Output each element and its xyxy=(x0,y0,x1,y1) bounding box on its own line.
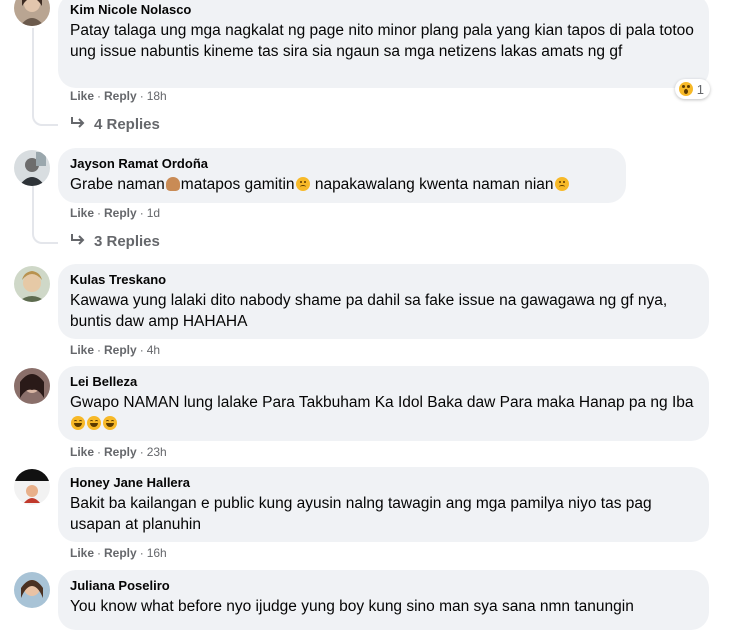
timestamp[interactable]: 18h xyxy=(147,89,167,103)
sad-emoji-icon xyxy=(554,177,569,191)
reaction-badge[interactable]: 1 xyxy=(674,79,710,99)
commenter-name[interactable]: Lei Belleza xyxy=(70,374,697,390)
reply-arrow-icon xyxy=(70,232,86,252)
commenter-name[interactable]: Kim Nicole Nolasco xyxy=(70,2,697,18)
comment-bubble: Lei Belleza Gwapo NAMAN lung lalake Para… xyxy=(58,366,709,441)
laugh-emoji-icon xyxy=(87,416,101,430)
comment-text: Grabe naman matapos gamitin napakawalang … xyxy=(70,174,614,195)
reply-button[interactable]: Reply xyxy=(104,546,137,560)
sad-emoji-icon xyxy=(295,177,310,191)
like-button[interactable]: Like xyxy=(70,206,94,220)
view-replies-button[interactable]: 4 Replies xyxy=(70,115,160,135)
comment-bubble: Kim Nicole Nolasco Patay talaga ung mga … xyxy=(58,0,709,88)
laugh-emoji-icon xyxy=(71,416,85,430)
comment-text: You know what before nyo ijudge yung boy… xyxy=(70,598,634,615)
commenter-name[interactable]: Juliana Poseliro xyxy=(70,578,697,594)
comment-actions: Like · Reply · 23h xyxy=(70,445,167,459)
thread-connector xyxy=(32,224,58,244)
reply-button[interactable]: Reply xyxy=(104,445,137,459)
reply-button[interactable]: Reply xyxy=(104,89,137,103)
comment-text: Patay talaga ung mga nagkalat ng page ni… xyxy=(70,22,694,60)
like-button[interactable]: Like xyxy=(70,343,94,357)
timestamp[interactable]: 4h xyxy=(147,343,160,357)
comment-actions: Like · Reply · 16h xyxy=(70,546,167,560)
replies-count: 4 Replies xyxy=(94,116,160,133)
comment-actions: Like · Reply · 18h xyxy=(70,89,167,103)
comment-bubble: Juliana Poseliro You know what before ny… xyxy=(58,570,709,630)
comment-text: Bakit ba kailangan e public kung ayusin … xyxy=(70,495,652,533)
timestamp[interactable]: 1d xyxy=(147,206,160,220)
commenter-name[interactable]: Honey Jane Hallera xyxy=(70,475,697,491)
comment-bubble: Honey Jane Hallera Bakit ba kailangan e … xyxy=(58,467,709,542)
commenter-name[interactable]: Kulas Treskano xyxy=(70,272,697,288)
replies-count: 3 Replies xyxy=(94,233,160,250)
avatar[interactable] xyxy=(14,266,50,302)
timestamp[interactable]: 16h xyxy=(147,546,167,560)
reply-button[interactable]: Reply xyxy=(104,343,137,357)
thread-line xyxy=(32,28,34,114)
reply-button[interactable]: Reply xyxy=(104,206,137,220)
person-emoji-icon xyxy=(165,177,180,191)
thread-connector xyxy=(32,106,58,126)
like-button[interactable]: Like xyxy=(70,89,94,103)
view-replies-button[interactable]: 3 Replies xyxy=(70,232,160,252)
reply-arrow-icon xyxy=(70,115,86,135)
wow-emoji-icon xyxy=(678,82,693,96)
reaction-count: 1 xyxy=(696,81,704,97)
avatar[interactable] xyxy=(14,368,50,404)
like-button[interactable]: Like xyxy=(70,546,94,560)
comment-text: Gwapo NAMAN lung lalake Para Takbuham Ka… xyxy=(70,392,697,434)
comment-actions: Like · Reply · 1d xyxy=(70,206,161,220)
commenter-name[interactable]: Jayson Ramat Ordoña xyxy=(70,156,614,172)
laugh-emoji-icon xyxy=(103,416,117,430)
comment-actions: Like · Reply · 4h xyxy=(70,343,161,357)
avatar[interactable] xyxy=(14,150,50,186)
like-button[interactable]: Like xyxy=(70,445,94,459)
avatar[interactable] xyxy=(14,0,50,26)
avatar[interactable] xyxy=(14,469,50,505)
comment-bubble: Kulas Treskano Kawawa yung lalaki dito n… xyxy=(58,264,709,339)
comment-text: Kawawa yung lalaki dito nabody shame pa … xyxy=(70,292,668,330)
avatar[interactable] xyxy=(14,572,50,608)
timestamp[interactable]: 23h xyxy=(147,445,167,459)
comment-bubble: Jayson Ramat Ordoña Grabe naman matapos g… xyxy=(58,148,626,203)
